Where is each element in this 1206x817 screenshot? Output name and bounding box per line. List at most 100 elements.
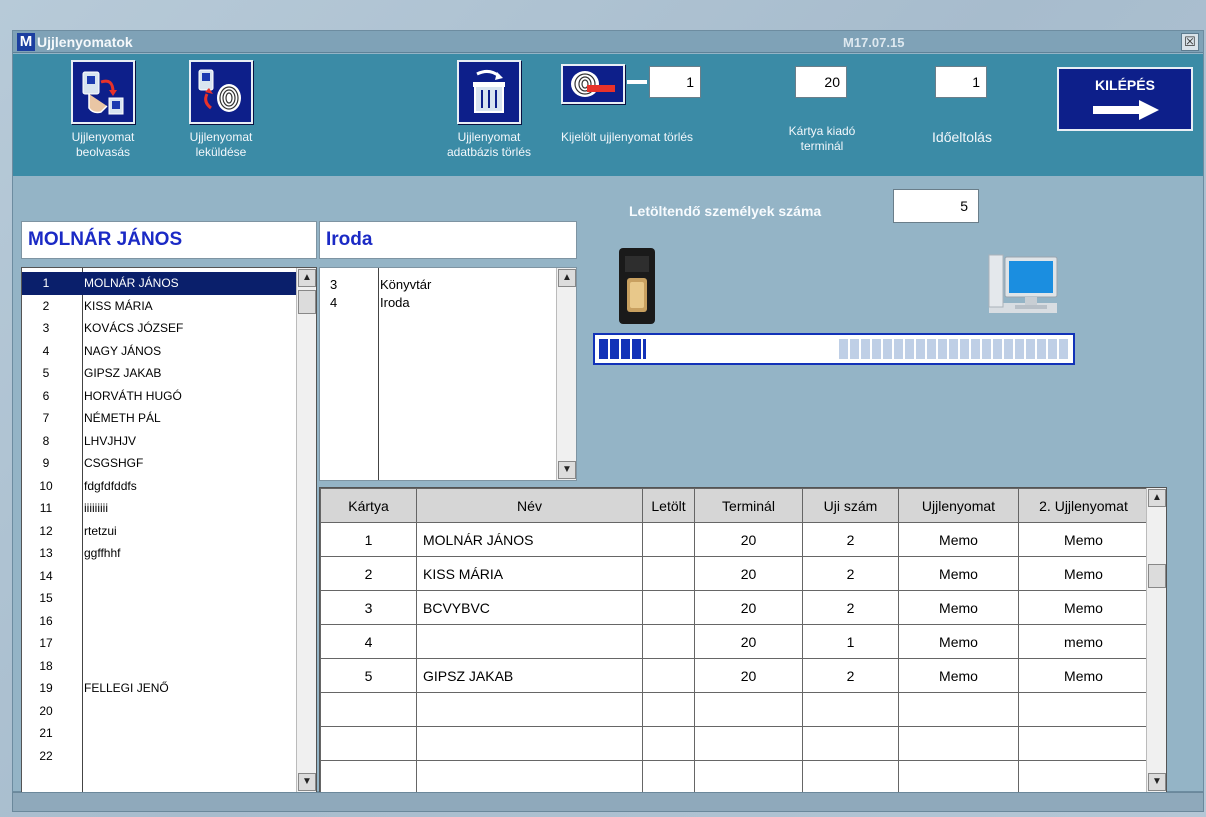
table-cell[interactable] (802, 760, 899, 792)
table-cell[interactable]: BCVYBVC (416, 590, 643, 625)
card-terminal-input[interactable]: 20 (795, 66, 847, 98)
scroll-up-icon[interactable]: ▲ (298, 269, 316, 287)
column-header[interactable]: 2. Ujjlenyomat (1018, 488, 1149, 523)
column-header[interactable]: Név (416, 488, 643, 523)
table-cell[interactable]: 2 (802, 522, 899, 557)
table-row[interactable]: 3 BCVYBVC 20 2 Memo Memo (320, 590, 1149, 625)
column-header[interactable]: Ujjlenyomat (898, 488, 1019, 523)
list-item[interactable]: 22 (22, 745, 296, 768)
table-cell[interactable] (320, 692, 417, 727)
table-cell[interactable] (1018, 760, 1149, 792)
selected-delete-input[interactable]: 1 (649, 66, 701, 98)
table-row[interactable]: 1 MOLNÁR JÁNOS 20 2 Memo Memo (320, 522, 1149, 557)
column-header[interactable]: Terminál (694, 488, 803, 523)
list-item[interactable]: 18 (22, 655, 296, 678)
table-cell[interactable] (642, 522, 695, 557)
table-cell[interactable]: 3 (320, 590, 417, 625)
table-cell[interactable] (1018, 692, 1149, 727)
read-fingerprint-button[interactable] (71, 60, 135, 124)
table-cell[interactable]: 20 (694, 590, 803, 625)
table-cell[interactable]: Memo (898, 522, 1019, 557)
table-cell[interactable] (694, 760, 803, 792)
list-item[interactable]: 5 GIPSZ JAKAB (22, 362, 296, 385)
table-cell[interactable] (320, 726, 417, 761)
scroll-down-icon[interactable]: ▼ (298, 773, 316, 791)
office-list[interactable]: ▲ ▼ 3 Könyvtár 4 Iroda (319, 267, 577, 481)
scroll-thumb[interactable] (1148, 564, 1166, 588)
list-item[interactable]: 13 ggffhhf (22, 542, 296, 565)
scroll-up-icon[interactable]: ▲ (558, 269, 576, 287)
table-cell[interactable] (416, 624, 643, 659)
list-item[interactable]: 3 Könyvtár (320, 274, 556, 292)
table-cell[interactable]: 1 (802, 624, 899, 659)
list-item[interactable]: 4 NAGY JÁNOS (22, 340, 296, 363)
scroll-down-icon[interactable]: ▼ (558, 461, 576, 479)
people-list[interactable]: ▲ ▼ 1 MOLNÁR JÁNOS 2 KISS MÁRIA 3 KOVÁCS JÓZS… (21, 267, 317, 793)
list-item[interactable]: 16 (22, 610, 296, 633)
list-item[interactable]: 7 NÉMETH PÁL (22, 407, 296, 430)
people-list-scrollbar[interactable]: ▲ ▼ (296, 268, 316, 792)
list-item[interactable]: 2 KISS MÁRIA (22, 295, 296, 318)
table-cell[interactable] (898, 726, 1019, 761)
download-count-input[interactable]: 5 (893, 189, 979, 223)
table-cell[interactable]: 2 (802, 556, 899, 591)
list-item[interactable]: 20 (22, 700, 296, 723)
list-item[interactable]: 14 (22, 565, 296, 588)
table-row[interactable]: 4 20 1 Memo memo (320, 624, 1149, 659)
table-cell[interactable] (898, 692, 1019, 727)
table-cell[interactable] (320, 760, 417, 792)
table-row[interactable] (320, 726, 1149, 761)
table-row[interactable] (320, 760, 1149, 792)
table-cell[interactable]: 5 (320, 658, 417, 693)
list-item[interactable]: 9 CSGSHGF (22, 452, 296, 475)
table-cell[interactable]: KISS MÁRIA (416, 556, 643, 591)
list-item[interactable]: 4 Iroda (320, 292, 556, 310)
table-cell[interactable]: GIPSZ JAKAB (416, 658, 643, 693)
table-cell[interactable]: 2 (802, 590, 899, 625)
list-item[interactable]: 6 HORVÁTH HUGÓ (22, 385, 296, 408)
table-cell[interactable] (642, 692, 695, 727)
time-shift-input[interactable]: 1 (935, 66, 987, 98)
column-header[interactable]: Kártya (320, 488, 417, 523)
list-item[interactable]: 21 (22, 722, 296, 745)
column-header[interactable]: Letölt (642, 488, 695, 523)
list-item[interactable]: 17 (22, 632, 296, 655)
table-row[interactable]: 2 KISS MÁRIA 20 2 Memo Memo (320, 556, 1149, 591)
scroll-down-icon[interactable]: ▼ (1148, 773, 1166, 791)
table-cell[interactable] (802, 726, 899, 761)
table-cell[interactable] (802, 692, 899, 727)
table-row[interactable] (320, 692, 1149, 727)
table-cell[interactable]: 20 (694, 658, 803, 693)
list-item[interactable]: 15 (22, 587, 296, 610)
scroll-up-icon[interactable]: ▲ (1148, 489, 1166, 507)
table-cell[interactable] (642, 726, 695, 761)
table-cell[interactable]: 20 (694, 624, 803, 659)
exit-button[interactable]: KILÉPÉS (1057, 67, 1193, 131)
list-item[interactable]: 19 FELLEGI JENŐ (22, 677, 296, 700)
close-icon[interactable]: ☒ (1181, 33, 1199, 51)
db-delete-button[interactable] (457, 60, 521, 124)
table-cell[interactable]: 20 (694, 522, 803, 557)
selected-fingerprint-delete-button[interactable] (561, 64, 625, 104)
table-cell[interactable] (694, 726, 803, 761)
table-cell[interactable] (694, 692, 803, 727)
table-cell[interactable] (416, 692, 643, 727)
table-row[interactable]: 5 GIPSZ JAKAB 20 2 Memo Memo (320, 658, 1149, 693)
table-cell[interactable] (642, 658, 695, 693)
table-cell[interactable]: 2 (320, 556, 417, 591)
table-cell[interactable]: Memo (898, 590, 1019, 625)
table-cell[interactable]: 4 (320, 624, 417, 659)
table-cell[interactable]: Memo (898, 658, 1019, 693)
table-cell[interactable] (416, 760, 643, 792)
send-fingerprint-button[interactable] (189, 60, 253, 124)
table-cell[interactable]: MOLNÁR JÁNOS (416, 522, 643, 557)
list-item[interactable]: 10 fdgfdfddfs (22, 475, 296, 498)
table-cell[interactable]: 2 (802, 658, 899, 693)
table-cell[interactable]: Memo (1018, 590, 1149, 625)
table-cell[interactable] (642, 556, 695, 591)
table-cell[interactable] (1018, 726, 1149, 761)
list-item[interactable]: 8 LHVJHJV (22, 430, 296, 453)
table-cell[interactable] (898, 760, 1019, 792)
table-cell[interactable]: Memo (898, 556, 1019, 591)
table-cell[interactable] (642, 624, 695, 659)
